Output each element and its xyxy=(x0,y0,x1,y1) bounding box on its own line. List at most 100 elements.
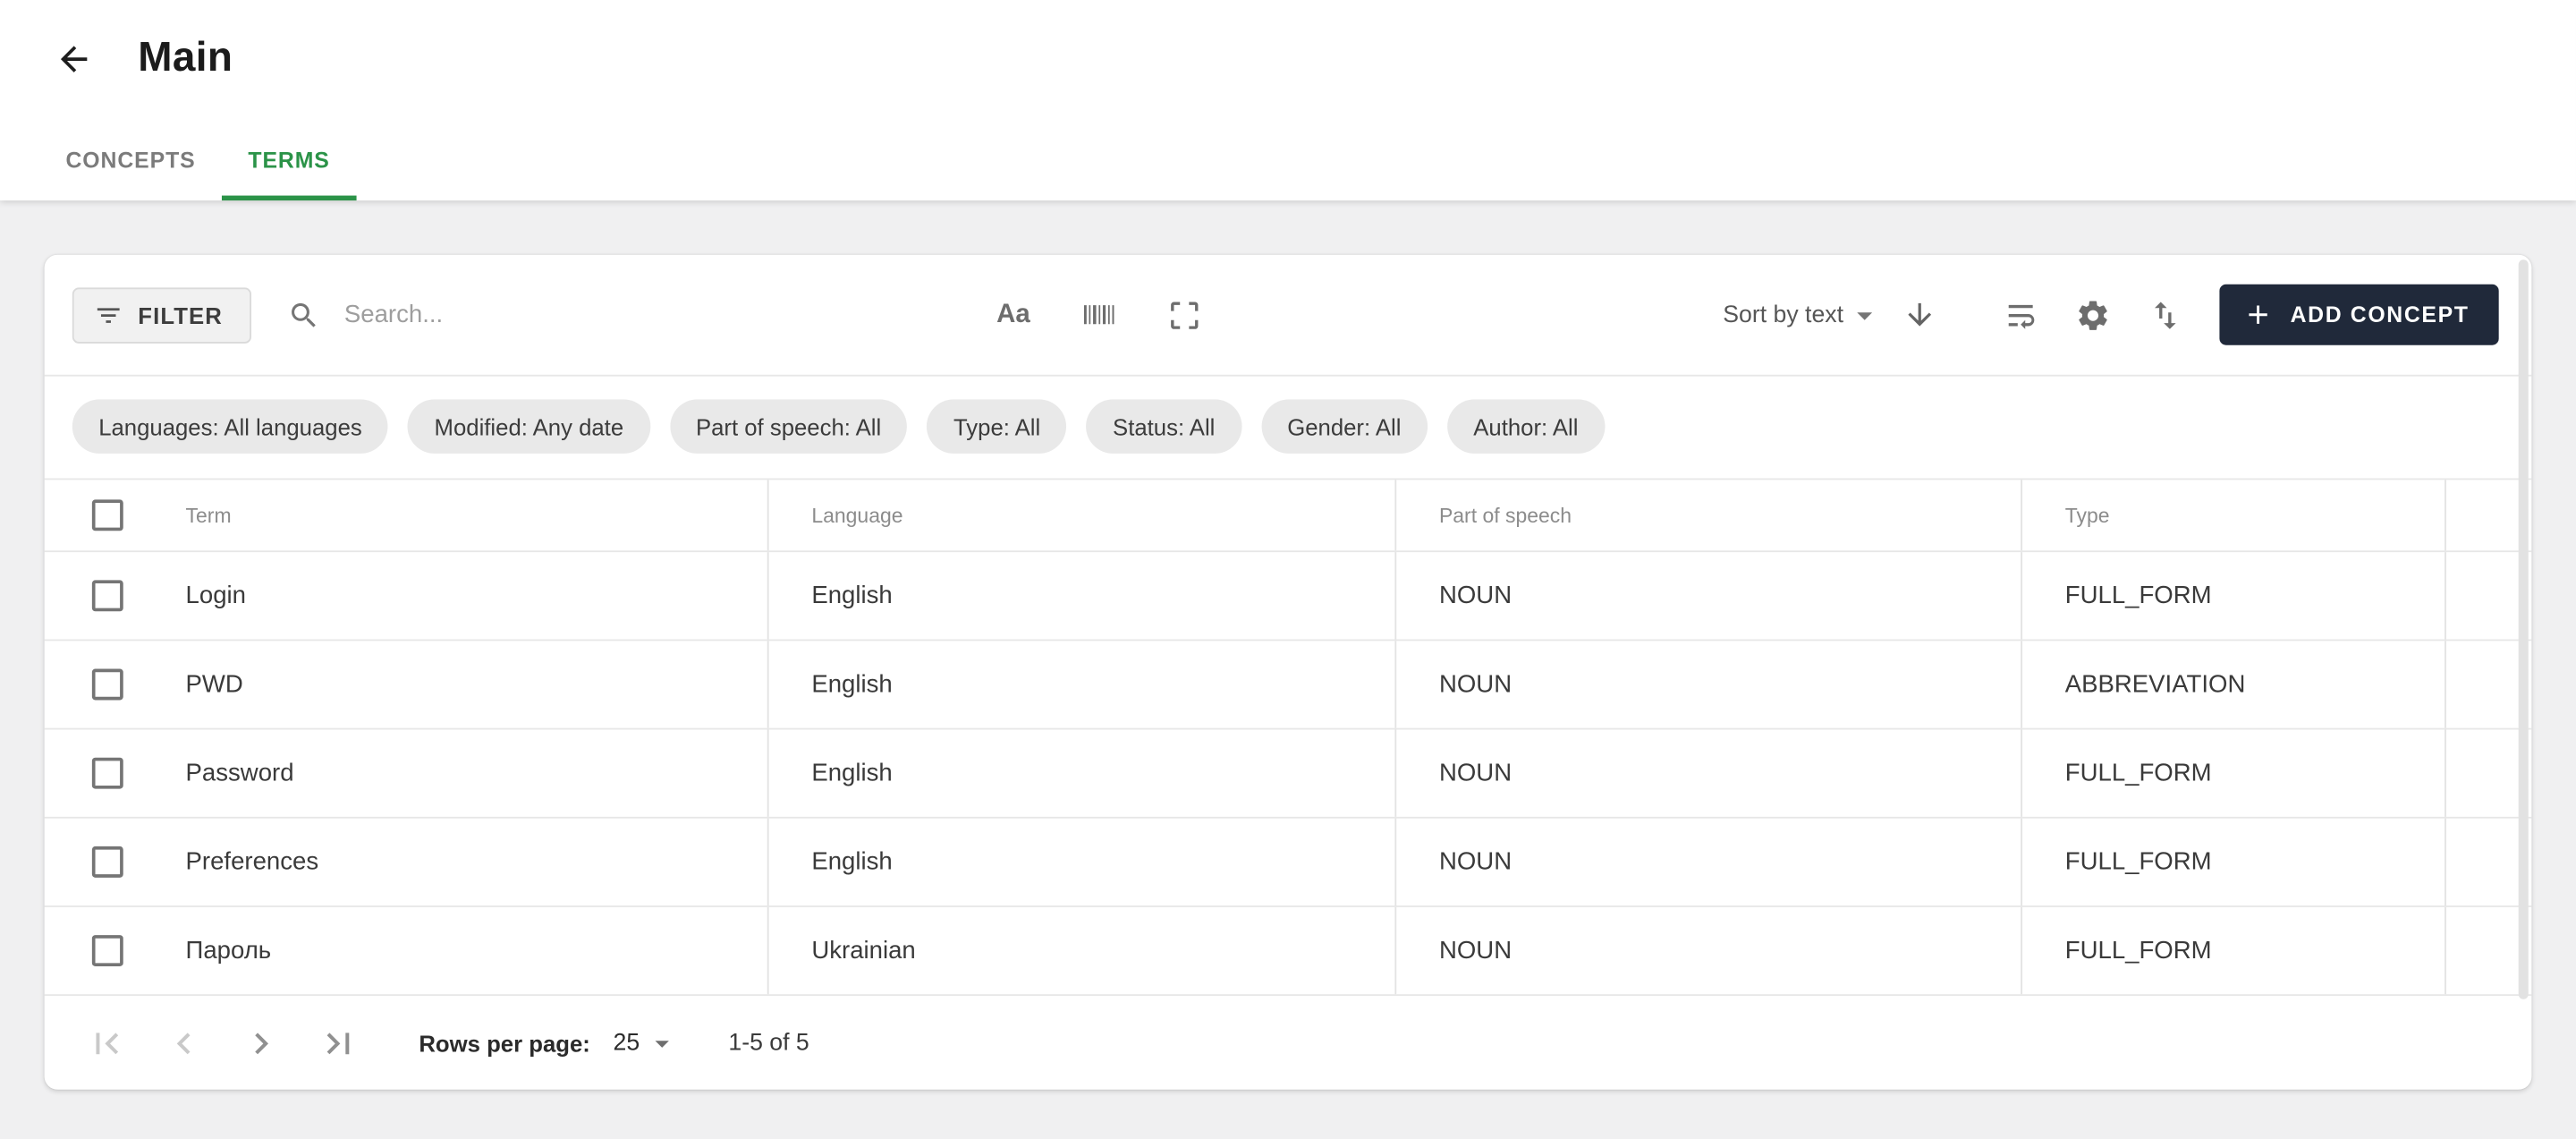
title-row: Main xyxy=(0,0,2576,82)
barcode-icon xyxy=(1080,296,1117,334)
chip-type[interactable]: Type: All xyxy=(928,399,1067,454)
main-content: FILTER Aa Sort by xyxy=(0,200,2576,1090)
table-row[interactable]: Preferences English NOUN FULL_FORM xyxy=(45,819,2532,907)
tab-concepts-label: CONCEPTS xyxy=(65,148,195,173)
chip-part-of-speech[interactable]: Part of speech: All xyxy=(670,399,908,454)
settings-button[interactable] xyxy=(2075,297,2111,333)
chip-author[interactable]: Author: All xyxy=(1447,399,1605,454)
next-page-button[interactable] xyxy=(240,1022,283,1065)
toolbar: FILTER Aa Sort by xyxy=(45,255,2532,377)
row-checkbox-cell xyxy=(45,907,186,994)
part-of-speech-cell: NOUN xyxy=(1394,552,2021,639)
pagination-controls xyxy=(86,1022,360,1065)
swap-vertical-icon xyxy=(2148,297,2183,333)
page-title: Main xyxy=(138,35,233,82)
language-cell: English xyxy=(767,730,1395,817)
term-cell: Пароль xyxy=(186,907,767,994)
part-of-speech-cell: NOUN xyxy=(1394,819,2021,905)
row-checkbox[interactable] xyxy=(92,758,123,789)
toolbar-icon-cluster xyxy=(2003,297,2183,333)
add-concept-button[interactable]: ADD CONCEPT xyxy=(2220,285,2499,345)
case-sensitivity-toggle[interactable]: Aa xyxy=(996,300,1030,329)
tab-terms[interactable]: TERMS xyxy=(222,148,356,200)
pagination-range: 1-5 of 5 xyxy=(728,1030,809,1056)
chip-languages[interactable]: Languages: All languages xyxy=(72,399,388,454)
back-button[interactable] xyxy=(53,37,96,80)
last-page-icon xyxy=(317,1022,360,1065)
column-header-language: Language xyxy=(767,480,1395,550)
chevron-right-icon xyxy=(240,1022,283,1065)
toolbar-right: Sort by text xyxy=(1723,285,2498,345)
first-page-button[interactable] xyxy=(86,1022,129,1065)
filter-icon xyxy=(94,300,123,329)
last-page-button[interactable] xyxy=(317,1022,360,1065)
row-checkbox[interactable] xyxy=(92,935,123,966)
barcode-view-button[interactable] xyxy=(1080,296,1117,334)
row-checkbox[interactable] xyxy=(92,580,123,611)
type-cell: FULL_FORM xyxy=(2021,730,2445,817)
column-header-type: Type xyxy=(2021,480,2445,550)
frame-select-icon xyxy=(1166,297,1202,333)
swap-order-button[interactable] xyxy=(2148,297,2183,333)
search-box xyxy=(287,298,945,331)
view-toggle-group: Aa xyxy=(996,296,1202,334)
filter-button-label: FILTER xyxy=(138,302,223,327)
select-all-checkbox[interactable] xyxy=(92,499,123,531)
rows-per-page-label: Rows per page: xyxy=(419,1030,589,1056)
language-cell: English xyxy=(767,819,1395,905)
frame-select-button[interactable] xyxy=(1166,297,1202,333)
type-cell: ABBREVIATION xyxy=(2021,641,2445,727)
table-row[interactable]: Пароль Ukrainian NOUN FULL_FORM xyxy=(45,907,2532,996)
search-icon xyxy=(287,298,320,331)
term-cell: Preferences xyxy=(186,819,767,905)
sort-by-select[interactable]: Sort by text xyxy=(1723,297,1883,333)
table-header-row: Term Language Part of speech Type xyxy=(45,480,2532,552)
part-of-speech-cell: NOUN xyxy=(1394,907,2021,994)
language-cell: English xyxy=(767,641,1395,727)
filter-chip-row: Languages: All languages Modified: Any d… xyxy=(45,377,2532,480)
row-checkbox[interactable] xyxy=(92,846,123,878)
column-header-part-of-speech: Part of speech xyxy=(1394,480,2021,550)
filter-button[interactable]: FILTER xyxy=(72,287,250,343)
chip-gender[interactable]: Gender: All xyxy=(1261,399,1428,454)
row-checkbox-cell xyxy=(45,552,186,639)
table-footer: Rows per page: 25 1-5 of 5 xyxy=(45,996,2532,1090)
dropdown-caret-icon xyxy=(647,1026,680,1059)
language-cell: Ukrainian xyxy=(767,907,1395,994)
row-checkbox-cell xyxy=(45,819,186,905)
column-header-term: Term xyxy=(186,480,767,550)
table-row[interactable]: PWD English NOUN ABBREVIATION xyxy=(45,641,2532,729)
terminology-page: Main CONCEPTS TERMS FILTER xyxy=(0,0,2576,1139)
part-of-speech-cell: NOUN xyxy=(1394,641,2021,727)
rows-per-page-select[interactable]: 25 xyxy=(614,1026,680,1059)
tab-concepts[interactable]: CONCEPTS xyxy=(39,148,222,200)
row-checkbox[interactable] xyxy=(92,669,123,701)
plus-icon xyxy=(2242,299,2274,330)
arrow-down-icon xyxy=(1902,297,1937,332)
gear-icon xyxy=(2075,297,2111,333)
term-cell: PWD xyxy=(186,641,767,727)
search-input[interactable] xyxy=(344,301,944,328)
sort-direction-button[interactable] xyxy=(1902,297,1937,332)
terms-card: FILTER Aa Sort by xyxy=(45,255,2532,1090)
type-cell: FULL_FORM xyxy=(2021,819,2445,905)
table-row[interactable]: Login English NOUN FULL_FORM xyxy=(45,552,2532,641)
table-row[interactable]: Password English NOUN FULL_FORM xyxy=(45,730,2532,819)
table-scrollbar[interactable] xyxy=(2519,259,2529,999)
add-concept-label: ADD CONCEPT xyxy=(2291,302,2470,327)
tab-terms-label: TERMS xyxy=(248,148,329,173)
chip-status[interactable]: Status: All xyxy=(1087,399,1241,454)
terms-table: Term Language Part of speech Type Login … xyxy=(45,480,2532,996)
term-cell: Password xyxy=(186,730,767,817)
term-cell: Login xyxy=(186,552,767,639)
type-cell: FULL_FORM xyxy=(2021,907,2445,994)
part-of-speech-cell: NOUN xyxy=(1394,730,2021,817)
row-checkbox-cell xyxy=(45,641,186,727)
language-cell: English xyxy=(767,552,1395,639)
chip-modified[interactable]: Modified: Any date xyxy=(408,399,649,454)
wrap-text-button[interactable] xyxy=(2003,297,2038,333)
previous-page-button[interactable] xyxy=(163,1022,206,1065)
rows-per-page-value: 25 xyxy=(614,1030,640,1056)
type-cell: FULL_FORM xyxy=(2021,552,2445,639)
row-checkbox-cell xyxy=(45,730,186,817)
